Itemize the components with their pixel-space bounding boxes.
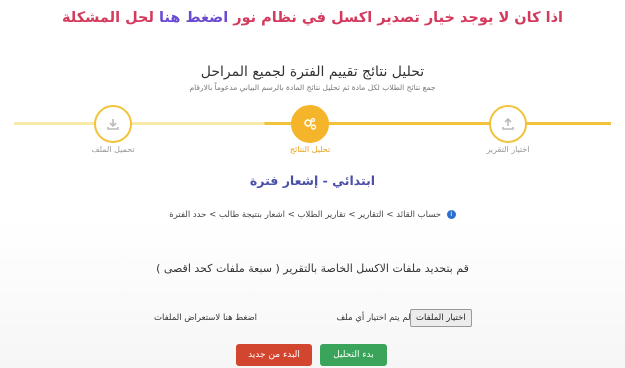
page-title: تحليل نتائج تقييم الفترة لجميع المراحل <box>200 64 425 80</box>
step-label-analyze: تحليل النتائج <box>289 145 331 154</box>
breadcrumb-text: حساب القائد > التقارير > تقارير الطلاب >… <box>169 210 442 220</box>
stage-title: ابتدائي - إشعار فترة <box>249 173 376 188</box>
step-download[interactable] <box>94 105 132 143</box>
banner-suffix: لحل المشكلة <box>62 10 154 26</box>
page-subtitle: جمع نتائج الطلاب لكل مادة ثم تحليل نتائج… <box>189 83 436 92</box>
page: اذا كان لا يوجد خيار تصدير اكسل في نظام … <box>0 0 625 368</box>
gears-icon <box>304 117 317 130</box>
file-upload-row: اختيار الملفات لم يتم اختيار أي ملف اضغط… <box>0 309 625 329</box>
choose-files-button[interactable]: اختيار الملفات <box>410 309 472 327</box>
step-analyze[interactable] <box>291 105 329 143</box>
step-choose-report[interactable] <box>489 105 527 143</box>
step-label-download: تحميل الملف <box>91 145 135 154</box>
file-status: لم يتم اختيار أي ملف <box>336 313 411 323</box>
step-label-choose-report: اختيار التقرير <box>486 145 530 154</box>
download-icon <box>107 119 119 130</box>
restart-button[interactable]: البدء من جديد <box>236 344 312 366</box>
fix-link[interactable]: اضغط هنا <box>159 10 228 26</box>
upload-icon <box>502 117 514 130</box>
banner-text: اذا كان لا يوجد خيار تصدير اكسل في نظام … <box>233 10 563 26</box>
browse-hint: اضغط هنا لاستعراض الملفات <box>154 313 258 323</box>
upload-instruction: قم بتحديد ملفات الاكسل الخاصة بالتقرير (… <box>156 262 469 275</box>
notice-banner: اذا كان لا يوجد خيار تصدير اكسل في نظام … <box>0 10 625 26</box>
start-analysis-button[interactable]: بدء التحليل <box>320 344 387 366</box>
info-icon: i <box>446 210 456 219</box>
breadcrumb: i حساب القائد > التقارير > تقارير الطلاب… <box>0 210 625 220</box>
